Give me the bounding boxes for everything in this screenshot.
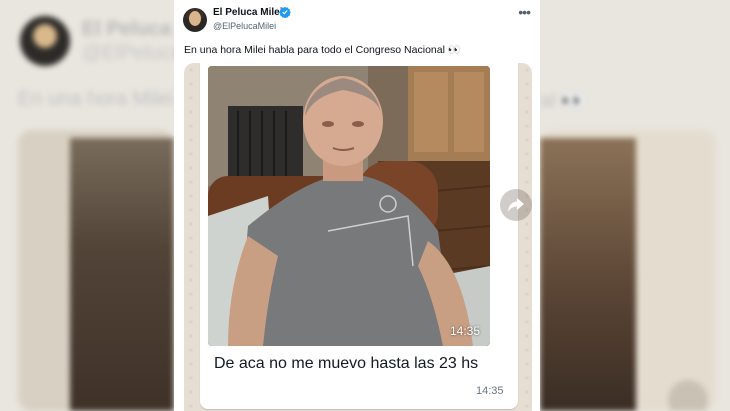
bg-right-photo: [540, 138, 636, 411]
tweet-media[interactable]: 14:35 De aca no me muevo hasta las 23 hs…: [184, 63, 532, 411]
forward-share-icon[interactable]: [500, 189, 532, 221]
message-timestamp: 14:35: [476, 385, 504, 397]
tweet-card: El Peluca Milei @ElPelucaMilei ••• En un…: [174, 0, 540, 411]
verified-badge-icon: [279, 6, 291, 18]
message-caption: De aca no me muevo hasta las 23 hs: [214, 355, 479, 372]
message-photo[interactable]: 14:35: [208, 66, 490, 346]
bg-author-handle: @ElPeluca: [82, 42, 182, 64]
bg-left-photo: [70, 138, 174, 411]
avatar[interactable]: [183, 8, 207, 32]
bg-tweet-text-left: En una hora Milei: [18, 88, 174, 110]
photo-illustration: [208, 66, 490, 346]
more-horizontal-icon[interactable]: •••: [518, 4, 531, 20]
bg-tweet-text-right: al 👀: [540, 90, 587, 112]
author-handle[interactable]: @ElPelucaMilei: [213, 21, 276, 31]
bg-avatar: [20, 16, 70, 66]
forward-arrow-icon: [508, 198, 524, 212]
author-name[interactable]: El Peluca Milei: [213, 7, 282, 18]
tweet-text: En una hora Milei habla para todo el Con…: [184, 44, 461, 56]
photo-timestamp: 14:35: [449, 324, 480, 338]
